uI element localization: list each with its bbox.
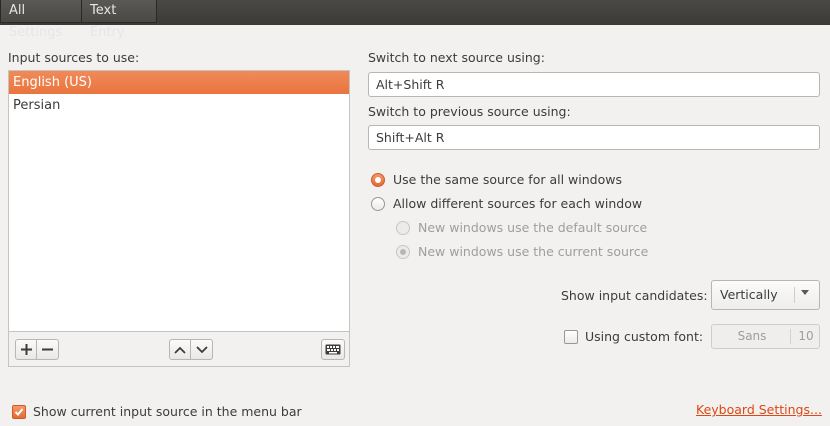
- checkbox-indicator: [564, 329, 578, 344]
- default-source-label: New windows use the default source: [418, 220, 648, 235]
- next-source-label: Switch to next source using:: [368, 50, 545, 65]
- input-candidates-value: Vertically: [720, 287, 778, 302]
- different-sources-label: Allow different sources for each window: [393, 196, 643, 211]
- same-source-radio[interactable]: Use the same source for all windows: [371, 172, 622, 187]
- checkbox-indicator: [12, 404, 26, 419]
- keyboard-layout-button[interactable]: [321, 339, 345, 360]
- font-divider: [790, 329, 791, 344]
- breadcrumb-bar: All Settings Text Entry: [0, 0, 830, 40]
- plus-icon: [20, 344, 32, 355]
- custom-font-button[interactable]: Sans 10: [711, 324, 820, 349]
- default-source-radio[interactable]: New windows use the default source: [396, 220, 647, 235]
- list-item-persian[interactable]: Persian: [9, 94, 349, 117]
- text-entry-breadcrumb[interactable]: Text Entry: [82, 0, 157, 40]
- chevron-up-icon: [174, 346, 186, 354]
- combo-divider: [794, 287, 795, 303]
- chevron-down-icon: [195, 345, 208, 353]
- menu-bar-source-label: Show current input source in the menu ba…: [33, 404, 302, 419]
- custom-font-label: Using custom font:: [585, 329, 704, 344]
- menu-bar-source-checkbox[interactable]: Show current input source in the menu ba…: [12, 404, 302, 419]
- radio-indicator: [371, 196, 385, 211]
- font-size: 10: [798, 329, 814, 343]
- all-settings-button[interactable]: All Settings: [0, 0, 82, 40]
- minus-icon: [42, 348, 53, 351]
- input-candidates-label: Show input candidates:: [561, 288, 708, 303]
- input-sources-label: Input sources to use:: [8, 50, 140, 65]
- list-item-english-us[interactable]: English (US): [9, 71, 349, 94]
- next-source-shortcut-field[interactable]: Alt+Shift R: [368, 72, 820, 97]
- remove-source-button[interactable]: [37, 339, 59, 360]
- move-up-button[interactable]: [169, 339, 191, 360]
- input-sources-list[interactable]: English (US) Persian: [8, 70, 350, 332]
- current-source-radio[interactable]: New windows use the current source: [396, 244, 648, 259]
- add-source-button[interactable]: [15, 339, 37, 360]
- checkmark-icon: [14, 407, 24, 416]
- move-down-button[interactable]: [191, 339, 213, 360]
- input-sources-toolbar: [8, 332, 350, 367]
- current-source-label: New windows use the current source: [418, 244, 649, 259]
- prev-source-label: Switch to previous source using:: [368, 104, 571, 119]
- input-candidates-dropdown[interactable]: Vertically: [711, 280, 820, 310]
- chevron-down-icon: [801, 290, 809, 295]
- keyboard-settings-link[interactable]: Keyboard Settings...: [696, 402, 822, 417]
- font-name: Sans: [737, 329, 767, 343]
- same-source-label: Use the same source for all windows: [393, 172, 622, 187]
- radio-indicator: [396, 244, 410, 259]
- different-sources-radio[interactable]: Allow different sources for each window: [371, 196, 642, 211]
- radio-indicator: [396, 220, 410, 235]
- keyboard-icon: [325, 344, 341, 355]
- prev-source-shortcut-field[interactable]: Shift+Alt R: [368, 125, 820, 150]
- custom-font-checkbox[interactable]: Using custom font:: [564, 329, 703, 344]
- radio-indicator: [371, 172, 385, 187]
